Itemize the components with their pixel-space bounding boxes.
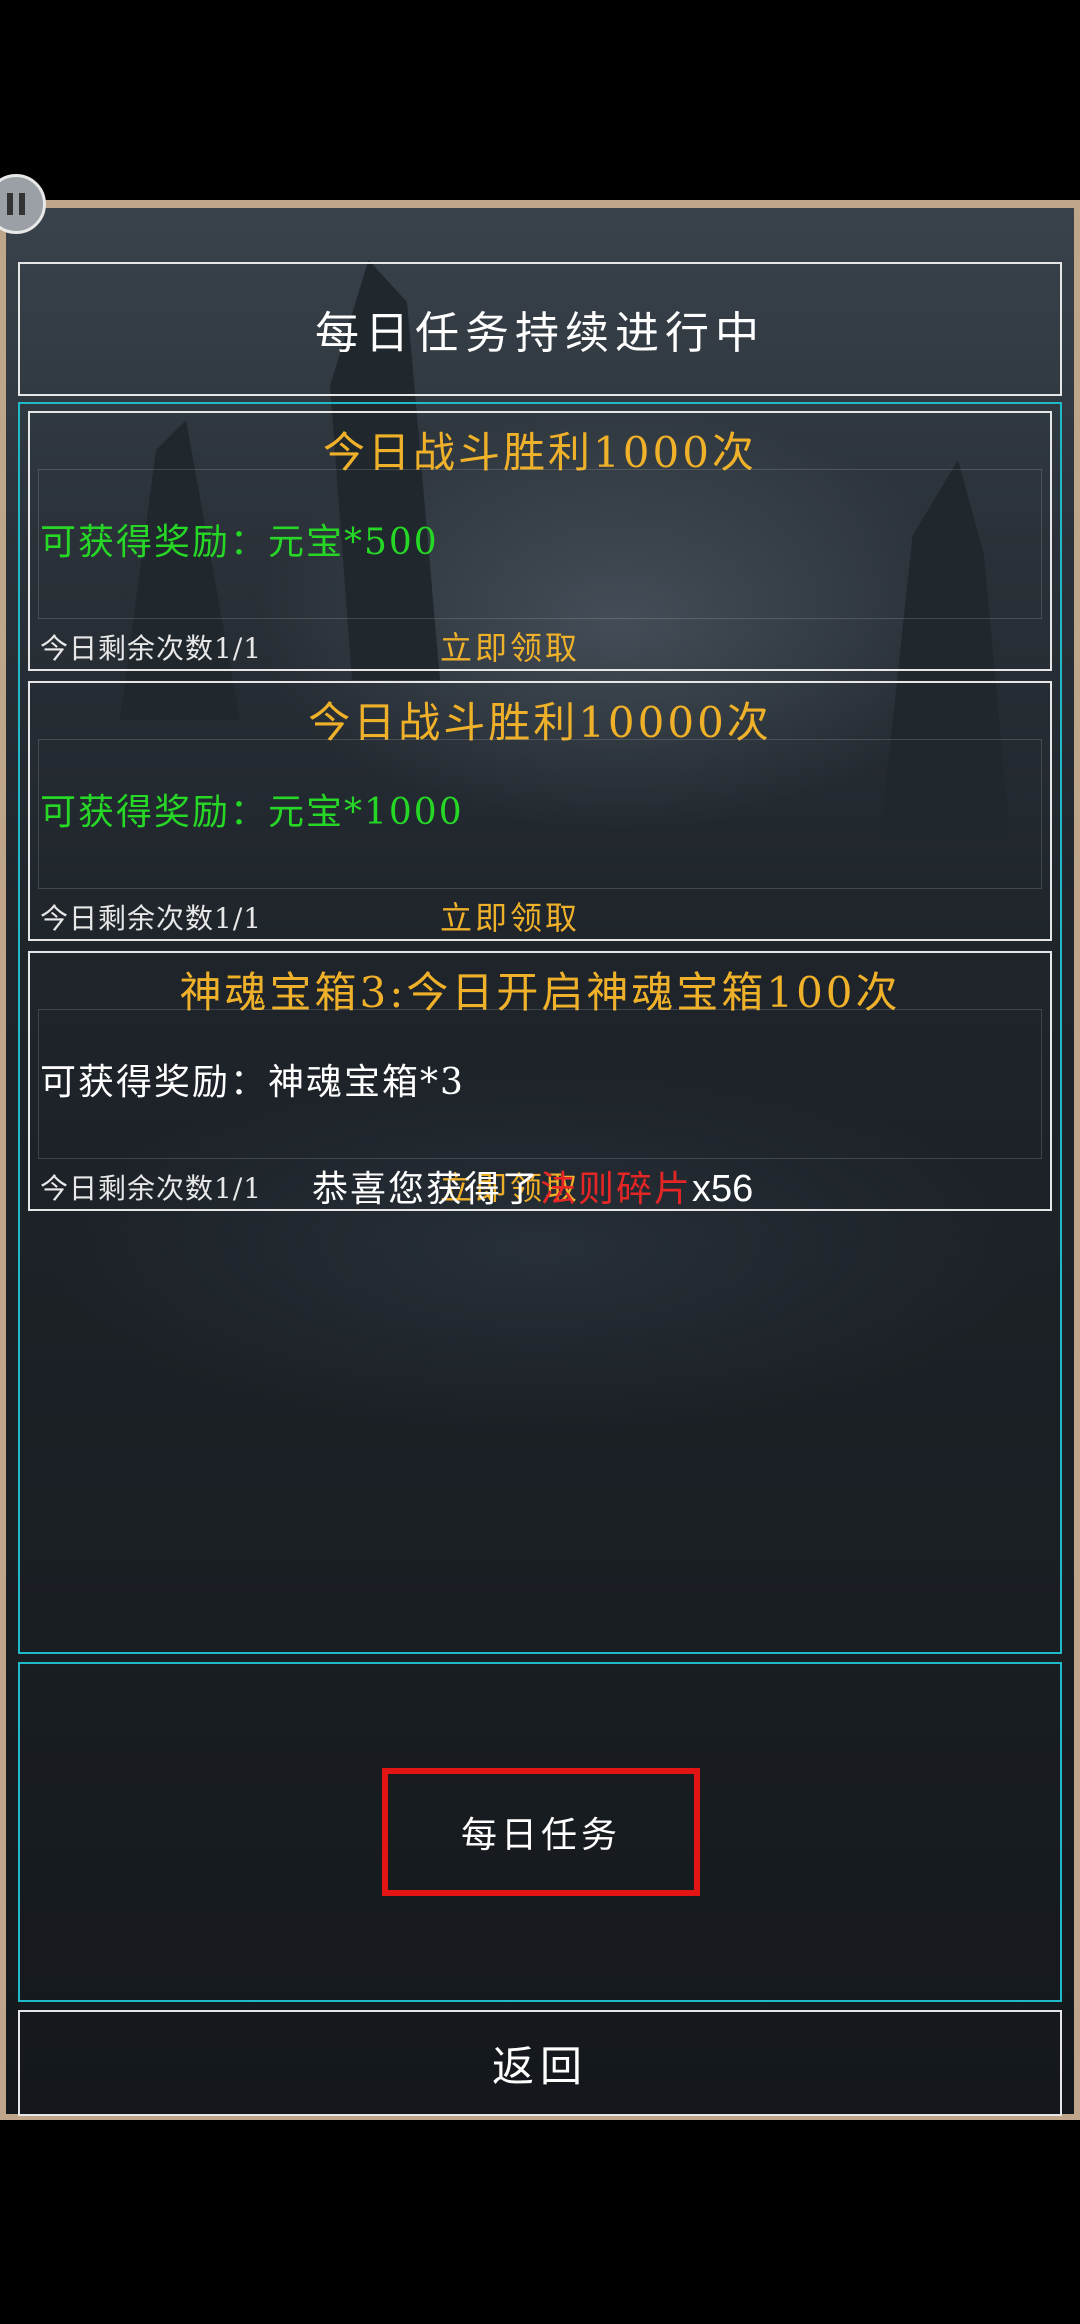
quest-reward: 可获得奖励：元宝*1000 — [40, 792, 464, 833]
pause-icon — [7, 193, 13, 215]
reward-toast: 恭喜您获得了法则碎片x56 — [312, 1160, 753, 1212]
quest-card: 今日战斗胜利1000次 可获得奖励：元宝*500 今日剩余次数1/1 立即领取 — [28, 411, 1052, 671]
remaining-count: 今日剩余次数1/1 — [40, 1172, 263, 1205]
quest-reward: 可获得奖励：神魂宝箱*3 — [40, 1062, 465, 1103]
remaining-count: 今日剩余次数1/1 — [40, 902, 263, 935]
toast-count: x56 — [692, 1168, 754, 1210]
remaining-count: 今日剩余次数1/1 — [40, 632, 263, 665]
page-title: 每日任务持续进行中 — [18, 262, 1062, 396]
toast-prefix: 恭喜您获得了 — [312, 1169, 541, 1210]
claim-button[interactable]: 立即领取 — [440, 623, 580, 669]
tab-daily-tasks[interactable]: 每日任务 — [382, 1768, 700, 1896]
quest-reward: 可获得奖励：元宝*500 — [40, 522, 439, 563]
back-button[interactable]: 返回 — [18, 2010, 1062, 2116]
toast-item: 法则碎片 — [540, 1169, 693, 1210]
claim-button[interactable]: 立即领取 — [440, 893, 580, 939]
quest-card: 今日战斗胜利10000次 可获得奖励：元宝*1000 今日剩余次数1/1 立即领… — [28, 681, 1052, 941]
